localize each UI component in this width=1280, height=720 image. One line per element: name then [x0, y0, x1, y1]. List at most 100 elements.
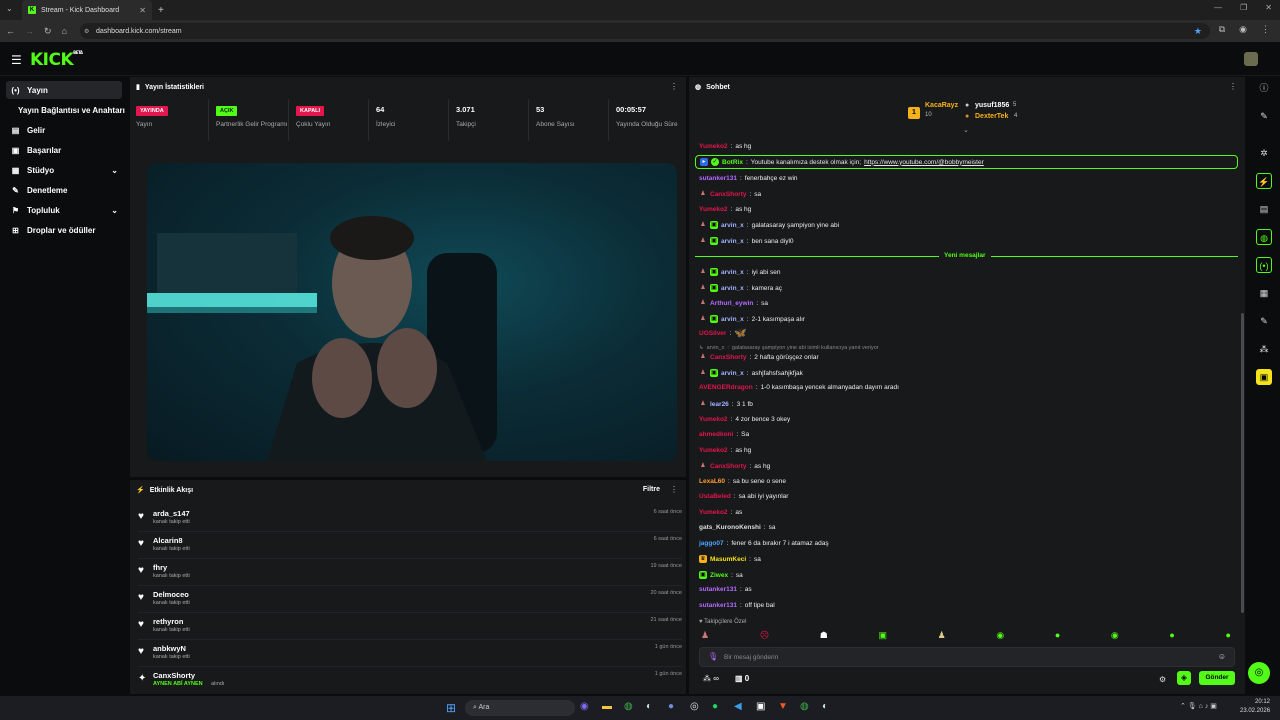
chat-message[interactable]: LexaL60: sa bu sene o sene — [699, 478, 786, 485]
chrome-icon[interactable]: ◍ — [624, 701, 633, 712]
pinned-message[interactable]: ▸ ✓ BotRix: Youtube kanalımıza destek ol… — [695, 155, 1238, 169]
chat-message[interactable]: sutanker131: off tipe bal — [699, 602, 775, 609]
stream-preview-video[interactable] — [147, 163, 677, 461]
chat-message[interactable]: ahmedkoni: Sa — [699, 431, 749, 438]
drops-icon[interactable]: ⁂ — [1256, 341, 1272, 357]
new-tab-button[interactable]: + — [158, 5, 164, 16]
chat-message[interactable]: UGSilver: 🦋 — [699, 328, 747, 339]
chat-message[interactable]: ♟ ▣ arvin_x: kamera aç — [699, 284, 782, 292]
emote-icon[interactable]: ◉ — [1111, 630, 1119, 642]
chat-message[interactable]: Yumeko2:4 zor bence 3 okey — [699, 416, 790, 423]
event-row[interactable]: ✦ CanxShorty AYNEN ABİ AYNEN alındı 1 gü… — [138, 668, 682, 694]
chat-message[interactable]: jaggo07: fener 6 da bırakır 7 i atamaz ad… — [699, 540, 829, 547]
browser-tab[interactable]: K Stream - Kick Dashboard ✕ — [22, 0, 152, 20]
folder-icon[interactable]: ▬ — [602, 701, 612, 712]
chat-message[interactable]: Yumeko2: as hg — [699, 143, 751, 150]
event-row[interactable]: ♥ fhry kanalı takip etti 19 saat önce — [138, 560, 682, 586]
kick-logo[interactable]: KICKBETA — [30, 50, 83, 70]
event-row[interactable]: ♥ anbkwyN kanalı takip etti 1 gün önce — [138, 641, 682, 667]
chat-more-icon[interactable]: ⋮ — [1229, 82, 1237, 91]
profile-icon[interactable]: ◉ — [1239, 24, 1247, 35]
sidebar-item-stream-key[interactable]: Yayın Bağlantısı ve Anahtarı — [6, 101, 125, 119]
emote-icon[interactable]: ● — [1169, 630, 1174, 642]
chat-message[interactable]: ♟ ▣ arvin_x: galatasaray şampiyon yine abi — [699, 221, 839, 229]
notion-icon[interactable]: ▣ — [756, 701, 765, 712]
extensions-icon[interactable]: ⧉ — [1219, 24, 1225, 35]
reload-icon[interactable]: ↻ — [44, 26, 52, 37]
close-tab-icon[interactable]: ✕ — [139, 6, 146, 15]
sidebar-item-studio[interactable]: ▦ Stüdyo ⌄ — [6, 161, 122, 179]
minimize-icon[interactable]: — — [1214, 3, 1222, 12]
spotify-icon[interactable]: ● — [712, 701, 718, 712]
chat-message[interactable]: ♟ ▣ arvin_x:2-1 kasımpaşa alır — [699, 315, 805, 323]
chat-message[interactable]: ♟ CanxShorty: sa — [699, 190, 761, 198]
sidebar-item-moderation[interactable]: ✎ Denetleme — [6, 181, 122, 199]
bolt-panel-icon[interactable]: ⚡ — [1256, 173, 1272, 189]
obs-icon[interactable]: ◎ — [690, 701, 699, 712]
sidebar-item-achievements[interactable]: ▣ Başarılar — [6, 141, 122, 159]
chat-message[interactable]: ♟ Arthurl_eywin: sa — [699, 299, 768, 307]
events-more-icon[interactable]: ⋮ — [670, 485, 678, 494]
stats-more-icon[interactable]: ⋮ — [670, 82, 678, 91]
chat-message[interactable]: ♟ CanxShorty: as hg — [699, 462, 770, 470]
chat-message[interactable]: AVENGERdragon:1-0 kasımbaşa yencek alman… — [699, 384, 899, 391]
sidebar-item-community[interactable]: ⚑ Topluluk ⌄ — [6, 201, 122, 219]
home-icon[interactable]: ⌂ — [62, 26, 67, 36]
edit-icon[interactable]: ✎ — [1256, 108, 1272, 124]
emote-icon[interactable]: ◉ — [996, 630, 1004, 642]
chrome-active-icon[interactable]: ◍ — [800, 701, 809, 712]
channel-points[interactable]: ⁂ ∞ — [703, 674, 719, 683]
emote-icon[interactable]: ● — [1055, 630, 1060, 642]
back-icon[interactable]: ← — [6, 26, 15, 36]
steam2-icon[interactable]: ◐ — [822, 701, 828, 712]
chat-message[interactable]: ♟ CanxShorty:2 hafta görüşçez onlar — [699, 353, 818, 361]
event-row[interactable]: ♥ rethyron kanalı takip etti 21 saat önc… — [138, 614, 682, 640]
chat-message[interactable]: Yumeko2: as hg — [699, 206, 751, 213]
chat-message[interactable]: ♟ ▣ arvin_x: ben sana diyl0 — [699, 237, 794, 245]
support-chat-icon[interactable]: ◎ — [1248, 662, 1270, 684]
chat-message[interactable]: gats_KuronoKenshi: sa — [699, 524, 775, 531]
clapper-icon[interactable]: ▣ — [1256, 369, 1272, 385]
discord-icon[interactable]: ◉ — [580, 701, 589, 712]
emoji-icon[interactable]: ☺ — [1218, 652, 1226, 661]
emote-icon[interactable]: ☗ — [820, 630, 828, 642]
quick-actions-icon[interactable]: ✲ — [1256, 145, 1272, 161]
chat-scrollbar[interactable] — [1241, 313, 1244, 613]
filter-button[interactable]: Filtre — [643, 486, 660, 493]
chat-panel-icon[interactable]: ◍ — [1256, 229, 1272, 245]
chat-message[interactable]: sutanker131: as — [699, 586, 752, 593]
chat-message[interactable]: ♛ MasumKeci: sa — [699, 555, 761, 563]
chat-message[interactable]: UstaBeled: sa abi iyi yayınlar — [699, 493, 788, 500]
maximize-icon[interactable]: ❐ — [1240, 3, 1247, 12]
kickbot-icon[interactable]: ◈ — [1177, 671, 1191, 685]
broadcast-panel-icon[interactable]: (•) — [1256, 257, 1272, 273]
sidebar-item-revenue[interactable]: ▤ Gelir — [6, 121, 122, 139]
emote-icon[interactable]: ● — [1226, 630, 1231, 642]
hamburger-menu-icon[interactable]: ☰ — [11, 53, 22, 67]
steam-icon[interactable]: ◐ — [646, 701, 652, 712]
site-info-icon[interactable]: ⚙ — [84, 28, 89, 35]
info-icon[interactable]: ⓘ — [1256, 80, 1272, 96]
menu-icon[interactable]: ⋮ — [1261, 24, 1270, 35]
emote-icon[interactable]: ☹ — [760, 630, 769, 642]
sidebar-item-drops[interactable]: ⊞ Droplar ve ödüller — [6, 221, 122, 239]
wrench-icon[interactable]: ✎ — [1256, 313, 1272, 329]
mic-icon[interactable]: 🎙 — [708, 652, 718, 661]
close-window-icon[interactable]: ✕ — [1265, 3, 1272, 12]
vscode-icon[interactable]: ◀ — [734, 701, 742, 712]
chat-settings-icon[interactable]: ⚙ — [1159, 675, 1166, 684]
chat-message[interactable]: Yumeko2: as hg — [699, 447, 751, 454]
sidebar-item-stream[interactable]: (•) Yayın — [6, 81, 122, 99]
chat-message[interactable]: ♟ ▣ arvin_x: ashjfahsfsahjkfjak — [699, 369, 803, 377]
chevron-down-icon[interactable]: ⌄ — [963, 126, 969, 134]
chat-message[interactable]: ▣ Ziwex: sa — [699, 571, 743, 579]
chat-message[interactable]: ♟ ▣ arvin_x: iyi abi sen — [699, 268, 781, 276]
tab-list-icon[interactable]: ⌄ — [6, 4, 13, 13]
shop-counter[interactable]: ▥ 0 — [735, 674, 749, 683]
event-row[interactable]: ♥ arda_s147 kanalı takip etti 6 saat önc… — [138, 506, 682, 532]
layout-icon[interactable]: ▦ — [1256, 285, 1272, 301]
brave-icon[interactable]: ▼ — [778, 701, 788, 712]
windows-start-icon[interactable]: ⊞ — [446, 701, 456, 715]
pinned-link[interactable]: https://www.youtube.com/@bobbymeister — [864, 159, 984, 166]
chat-input-field[interactable]: 🎙 Bir mesaj gönderin ☺ — [699, 647, 1235, 667]
